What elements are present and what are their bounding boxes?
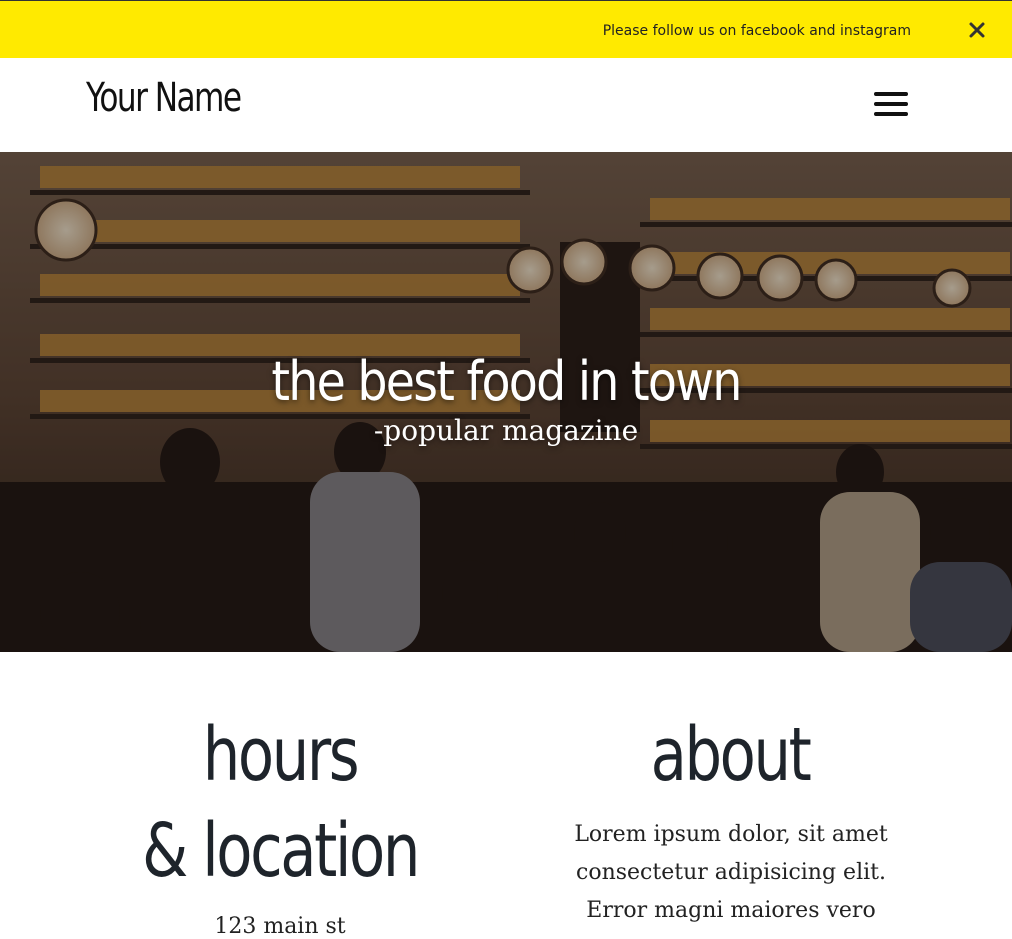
close-icon[interactable] xyxy=(968,21,986,39)
location-heading: & location xyxy=(142,808,420,894)
hero-subtitle: -popular magazine xyxy=(373,414,639,447)
hero-title: the best food in town xyxy=(271,350,742,413)
address-text: 123 main st xyxy=(214,914,346,939)
announcement-text: Please follow us on facebook and instagr… xyxy=(602,23,911,39)
hamburger-menu-icon[interactable] xyxy=(874,92,908,118)
site-logo[interactable]: Your Name xyxy=(86,75,242,121)
hours-heading: hours xyxy=(202,712,360,798)
announcement-bar: Please follow us on facebook and instagr… xyxy=(0,0,1012,58)
hero-banner: the best food in town -popular magazine xyxy=(0,152,1012,652)
about-heading: about xyxy=(650,712,812,798)
site-header: Your Name xyxy=(0,58,1012,152)
about-text: Lorem ipsum dolor, sit amet consectetur … xyxy=(574,822,888,923)
